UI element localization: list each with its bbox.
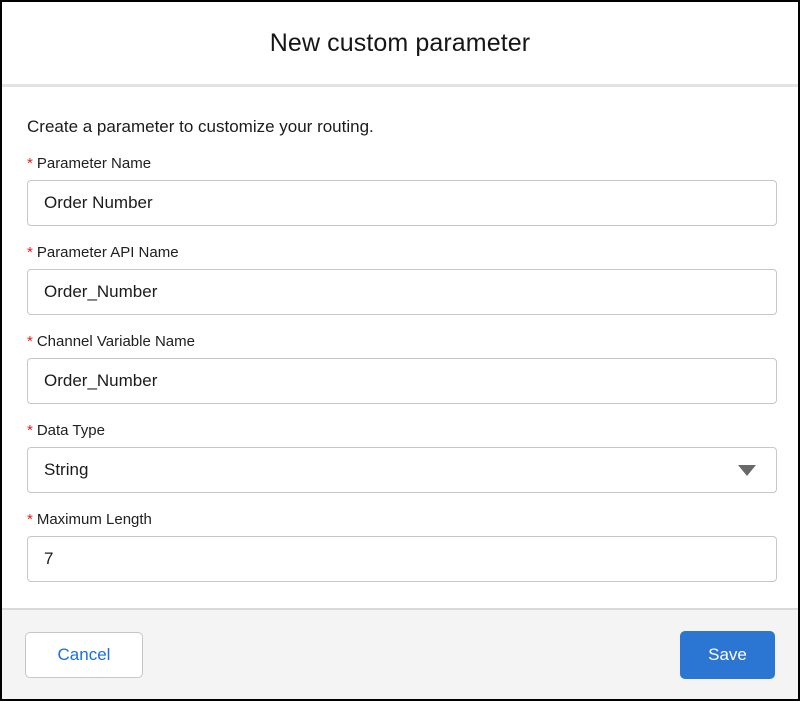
field-channel-variable-name: *Channel Variable Name	[27, 332, 773, 404]
required-asterisk: *	[27, 333, 33, 350]
data-type-label: *Data Type	[27, 421, 773, 440]
field-parameter-api-name: *Parameter API Name	[27, 243, 773, 315]
modal-description: Create a parameter to customize your rou…	[27, 87, 773, 137]
parameter-name-input[interactable]	[27, 180, 777, 226]
required-asterisk: *	[27, 244, 33, 261]
parameter-name-label: *Parameter Name	[27, 154, 773, 173]
maximum-length-input[interactable]	[27, 536, 777, 582]
dropdown-arrow-icon	[738, 465, 756, 476]
field-data-type: *Data Type String	[27, 421, 773, 493]
data-type-selected-value: String	[44, 460, 88, 480]
data-type-select[interactable]: String	[27, 447, 777, 493]
field-maximum-length: *Maximum Length	[27, 510, 773, 582]
required-asterisk: *	[27, 422, 33, 439]
channel-variable-name-input[interactable]	[27, 358, 777, 404]
required-asterisk: *	[27, 155, 33, 172]
parameter-api-name-label-text: Parameter API Name	[37, 244, 179, 261]
channel-variable-name-label: *Channel Variable Name	[27, 332, 773, 351]
channel-variable-name-label-text: Channel Variable Name	[37, 333, 195, 350]
field-parameter-name: *Parameter Name	[27, 154, 773, 226]
data-type-label-text: Data Type	[37, 422, 105, 439]
save-button[interactable]: Save	[680, 631, 775, 679]
parameter-api-name-input[interactable]	[27, 269, 777, 315]
maximum-length-label-text: Maximum Length	[37, 511, 152, 528]
required-asterisk: *	[27, 511, 33, 528]
cancel-button[interactable]: Cancel	[25, 632, 143, 678]
modal-footer: Cancel Save	[2, 608, 798, 699]
parameter-name-label-text: Parameter Name	[37, 155, 151, 172]
parameter-api-name-label: *Parameter API Name	[27, 243, 773, 262]
modal-header: New custom parameter	[2, 2, 798, 87]
modal-body: Create a parameter to customize your rou…	[2, 87, 798, 582]
modal-title: New custom parameter	[270, 29, 530, 58]
maximum-length-label: *Maximum Length	[27, 510, 773, 529]
new-custom-parameter-modal: New custom parameter Create a parameter …	[0, 0, 800, 701]
